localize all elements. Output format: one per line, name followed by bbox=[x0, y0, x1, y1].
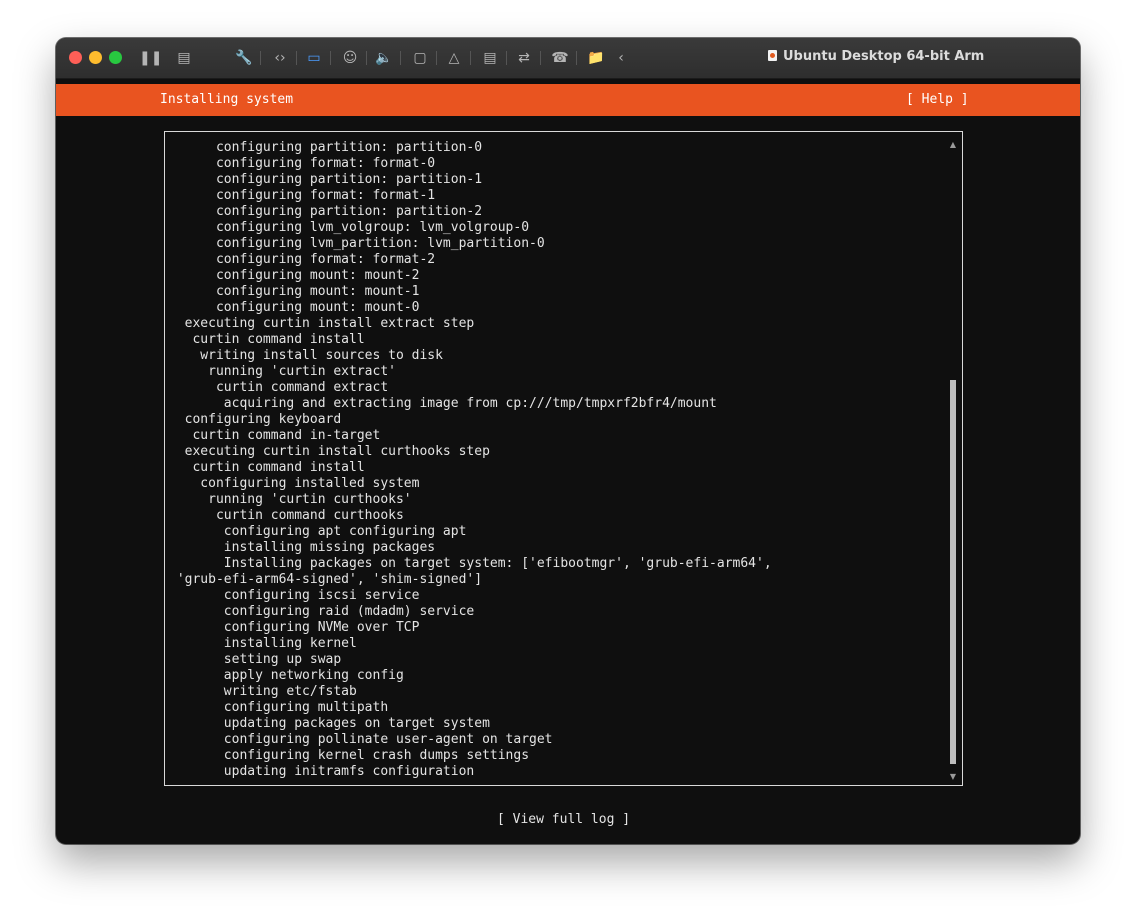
title-bar: ❚❚ ▤ 🔧 ‹› ▭ ☺ 🔈 ▢ △ ▤ ⇄ ☎ 📁 ‹ Ubuntu Des… bbox=[56, 38, 1080, 79]
log-line: configuring NVMe over TCP bbox=[169, 620, 420, 635]
log-line: executing curtin install extract step bbox=[169, 316, 475, 331]
speaker-icon[interactable]: 🔈 bbox=[374, 48, 394, 68]
log-line: configuring apt configuring apt bbox=[169, 524, 467, 539]
log-line: configuring installed system bbox=[169, 476, 420, 491]
installer-header: Installing system [ Help ] bbox=[56, 84, 1080, 116]
log-line: configuring lvm_partition: lvm_partition… bbox=[169, 236, 545, 251]
log-line: setting up swap bbox=[169, 652, 342, 667]
snapshot-icon[interactable]: ▤ bbox=[174, 48, 194, 68]
close-window-button[interactable] bbox=[69, 51, 82, 64]
log-line: configuring mount: mount-2 bbox=[169, 268, 420, 283]
log-line: acquiring and extracting image from cp:/… bbox=[169, 396, 717, 411]
log-line: 'grub-efi-arm64-signed', 'shim-signed'] bbox=[169, 572, 483, 587]
scroll-down-arrow-icon[interactable]: ▼ bbox=[948, 772, 958, 781]
log-line: updating packages on target system bbox=[169, 716, 490, 731]
log-line: executing curtin install curthooks step bbox=[169, 444, 490, 459]
log-line: configuring multipath bbox=[169, 700, 389, 715]
document-icon bbox=[768, 50, 777, 61]
zoom-window-button[interactable] bbox=[109, 51, 122, 64]
log-line: configuring pollinate user-agent on targ… bbox=[169, 732, 553, 747]
log-line: configuring mount: mount-0 bbox=[169, 300, 420, 315]
minimize-window-button[interactable] bbox=[89, 51, 102, 64]
log-line: configuring lvm_volgroup: lvm_volgroup-0 bbox=[169, 220, 530, 235]
camera-icon[interactable]: ▢ bbox=[410, 48, 430, 68]
log-line: apply networking config bbox=[169, 668, 404, 683]
installer-title: Installing system bbox=[160, 92, 294, 107]
log-line: Installing packages on target system: ['… bbox=[169, 556, 772, 571]
log-line: curtin command install bbox=[169, 332, 365, 347]
log-line: installing kernel bbox=[169, 636, 357, 651]
log-line: configuring iscsi service bbox=[169, 588, 420, 603]
log-line: configuring partition: partition-1 bbox=[169, 172, 483, 187]
vm-window: ❚❚ ▤ 🔧 ‹› ▭ ☺ 🔈 ▢ △ ▤ ⇄ ☎ 📁 ‹ Ubuntu Des… bbox=[56, 38, 1080, 844]
log-line: writing install sources to disk bbox=[169, 348, 443, 363]
scroll-up-arrow-icon[interactable]: ▲ bbox=[948, 140, 958, 149]
log-line: running 'curtin extract' bbox=[169, 364, 396, 379]
hdd-icon[interactable]: ▤ bbox=[480, 48, 500, 68]
log-line: configuring mount: mount-1 bbox=[169, 284, 420, 299]
log-line: configuring partition: partition-0 bbox=[169, 140, 483, 155]
log-line: installing missing packages bbox=[169, 540, 436, 555]
drive-icon[interactable]: ▭ bbox=[304, 48, 324, 68]
log-line: configuring raid (mdadm) service bbox=[169, 604, 475, 619]
log-line: curtin command curthooks bbox=[169, 508, 404, 523]
view-full-log-button[interactable]: [ View full log ] bbox=[497, 812, 630, 827]
help-button[interactable]: [ Help ] bbox=[906, 92, 969, 107]
phone-icon[interactable]: ☎ bbox=[550, 48, 570, 68]
log-line: curtin command extract bbox=[169, 380, 389, 395]
code-icon[interactable]: ‹› bbox=[270, 48, 290, 68]
log-line: curtin command install bbox=[169, 460, 365, 475]
window-title: Ubuntu Desktop 64-bit Arm bbox=[768, 49, 984, 64]
user-icon[interactable]: ☺ bbox=[340, 48, 360, 68]
install-log-lines: configuring partition: partition-0 confi… bbox=[169, 140, 942, 780]
log-line: configuring format: format-0 bbox=[169, 156, 436, 171]
log-line: curtin command in-target bbox=[169, 428, 381, 443]
log-line: configuring keyboard bbox=[169, 412, 342, 427]
install-log-panel[interactable]: configuring partition: partition-0 confi… bbox=[164, 131, 963, 786]
log-line: updating initramfs configuration bbox=[169, 764, 475, 779]
scrollbar-thumb[interactable] bbox=[950, 380, 956, 764]
log-line: configuring format: format-2 bbox=[169, 252, 436, 267]
log-line: writing etc/fstab bbox=[169, 684, 357, 699]
log-line: configuring partition: partition-2 bbox=[169, 204, 483, 219]
window-title-text: Ubuntu Desktop 64-bit Arm bbox=[783, 49, 985, 64]
chevron-left-icon[interactable]: ‹ bbox=[611, 48, 631, 68]
pause-icon[interactable]: ❚❚ bbox=[139, 48, 162, 68]
folder-icon[interactable]: 📁 bbox=[586, 48, 606, 68]
log-line: running 'curtin curthooks' bbox=[169, 492, 412, 507]
log-line: configuring format: format-1 bbox=[169, 188, 436, 203]
log-line: configuring kernel crash dumps settings bbox=[169, 748, 530, 763]
usb-icon[interactable]: ⇄ bbox=[514, 48, 534, 68]
mouse-icon[interactable]: △ bbox=[444, 48, 464, 68]
wrench-icon[interactable]: 🔧 bbox=[234, 48, 254, 68]
